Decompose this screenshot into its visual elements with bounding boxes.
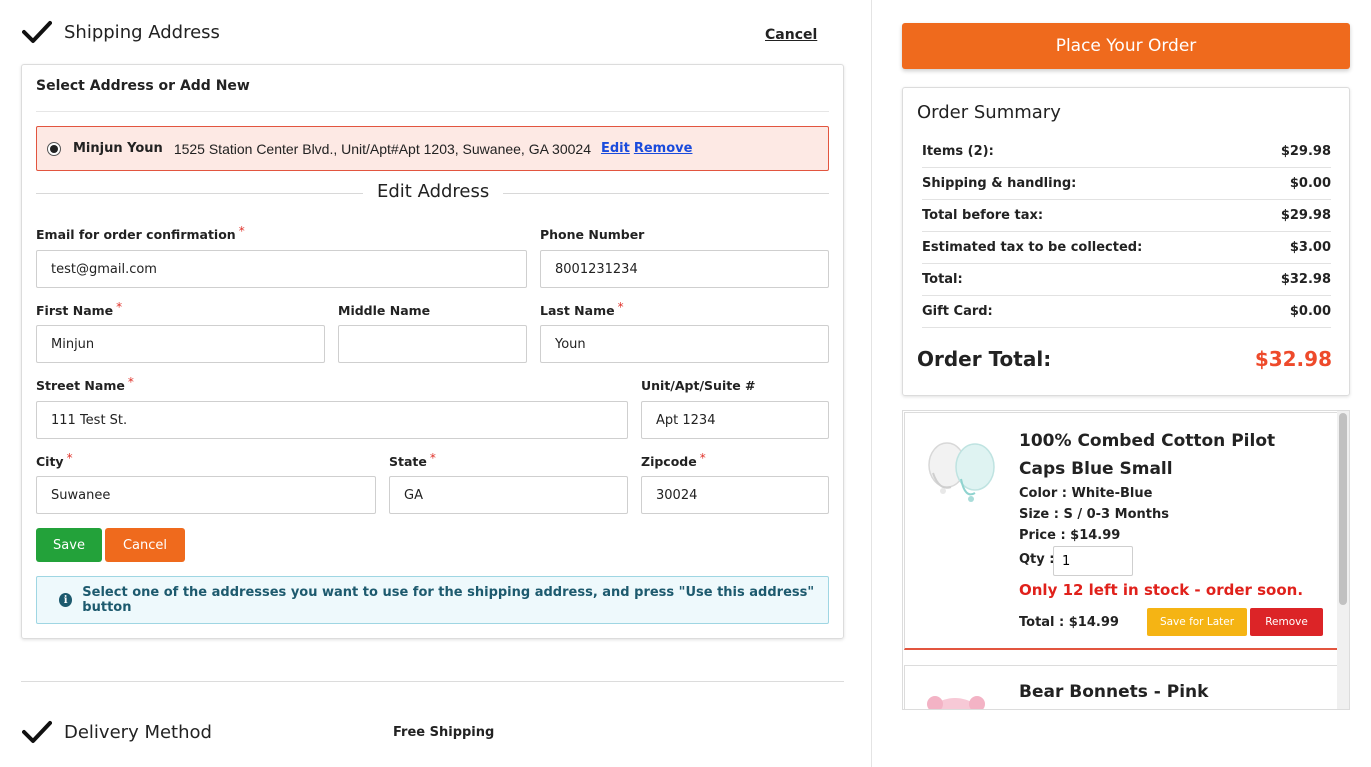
summary-row: Items (2): $29.98 bbox=[922, 136, 1331, 168]
save-for-later-button[interactable]: Save for Later bbox=[1147, 608, 1247, 636]
summary-row: Shipping & handling: $0.00 bbox=[922, 168, 1331, 200]
first-name-label: First Name * bbox=[36, 300, 123, 318]
cart-item: Bear Bonnets - Pink bbox=[904, 665, 1338, 709]
last-name-label: Last Name * bbox=[540, 300, 624, 318]
summary-row: Estimated tax to be collected: $3.00 bbox=[922, 232, 1331, 264]
cancel-shipping-link[interactable]: Cancel bbox=[765, 27, 817, 43]
zipcode-label: Zipcode * bbox=[641, 451, 706, 469]
address-text: 1525 Station Center Blvd., Unit/Apt#Apt … bbox=[173, 140, 591, 157]
scrollbar-thumb[interactable] bbox=[1339, 413, 1347, 605]
section-divider bbox=[21, 681, 844, 682]
delivery-method-value: Free Shipping bbox=[393, 725, 495, 740]
saved-address-row[interactable]: Minjun Youn 1525 Station Center Blvd., U… bbox=[36, 126, 829, 171]
remove-address-link[interactable]: Remove bbox=[634, 141, 693, 156]
remove-item-button[interactable]: Remove bbox=[1250, 608, 1323, 636]
cart-items-panel: 100% Combed Cotton Pilot Caps Blue Small… bbox=[902, 410, 1350, 710]
item-total: Total : $14.99 bbox=[1019, 615, 1119, 630]
unit-label: Unit/Apt/Suite # bbox=[641, 378, 756, 393]
qty-label: Qty : bbox=[1019, 552, 1055, 567]
save-button[interactable]: Save bbox=[36, 528, 102, 562]
summary-row: Total before tax: $29.98 bbox=[922, 200, 1331, 232]
state-field[interactable] bbox=[389, 476, 628, 514]
email-field[interactable] bbox=[36, 250, 527, 288]
order-total-label: Order Total: bbox=[917, 347, 1052, 371]
address-card: Select Address or Add New Minjun Youn 15… bbox=[21, 64, 844, 639]
divider bbox=[36, 111, 829, 112]
product-image bbox=[927, 696, 985, 709]
order-total: Order Total: $32.98 bbox=[917, 347, 1332, 371]
city-label: City * bbox=[36, 451, 73, 469]
first-name-field[interactable] bbox=[36, 325, 325, 363]
info-alert: i Select one of the addresses you want t… bbox=[36, 576, 829, 624]
check-icon bbox=[22, 721, 52, 743]
info-icon: i bbox=[59, 593, 73, 607]
delivery-step-title: Delivery Method bbox=[64, 721, 212, 743]
info-text: Select one of the addresses you want to … bbox=[82, 585, 815, 615]
product-image bbox=[928, 442, 995, 502]
summary-row: Gift Card: $0.00 bbox=[922, 296, 1331, 328]
check-icon bbox=[22, 21, 52, 43]
checkout-main: Shipping Address Cancel Select Address o… bbox=[0, 0, 872, 767]
product-name[interactable]: Bear Bonnets - Pink bbox=[1019, 678, 1319, 706]
phone-label: Phone Number bbox=[540, 227, 645, 242]
order-summary: Order Summary Items (2): $29.98 Shipping … bbox=[902, 87, 1350, 396]
place-order-button[interactable]: Place Your Order bbox=[902, 23, 1350, 69]
address-name: Minjun Youn bbox=[73, 141, 163, 156]
state-label: State * bbox=[389, 451, 436, 469]
last-name-field[interactable] bbox=[540, 325, 829, 363]
order-total-value: $32.98 bbox=[1254, 347, 1332, 371]
shipping-step-header: Shipping Address bbox=[22, 20, 220, 44]
stock-warning: Only 12 left in stock - order soon. bbox=[1019, 581, 1304, 599]
select-address-label: Select Address or Add New bbox=[36, 78, 250, 94]
middle-name-field[interactable] bbox=[338, 325, 527, 363]
zipcode-field[interactable] bbox=[641, 476, 829, 514]
phone-field[interactable] bbox=[540, 250, 829, 288]
radio-dot bbox=[50, 144, 58, 153]
delivery-step-header: Delivery Method bbox=[22, 720, 212, 744]
cancel-button[interactable]: Cancel bbox=[105, 528, 185, 562]
edit-address-heading: Edit Address bbox=[36, 181, 829, 205]
email-label: Email for order confirmation * bbox=[36, 224, 245, 242]
cart-scrollbar[interactable] bbox=[1337, 411, 1349, 709]
shipping-step-title: Shipping Address bbox=[64, 21, 220, 43]
street-label: Street Name * bbox=[36, 375, 134, 393]
middle-name-label: Middle Name bbox=[338, 303, 431, 318]
product-name[interactable]: 100% Combed Cotton Pilot Caps Blue Small bbox=[1019, 427, 1319, 483]
summary-row: Total: $32.98 bbox=[922, 264, 1331, 296]
city-field[interactable] bbox=[36, 476, 376, 514]
quantity-field[interactable] bbox=[1053, 546, 1133, 576]
product-size: Size : S / 0-3 Months bbox=[1019, 507, 1169, 522]
cart-item: 100% Combed Cotton Pilot Caps Blue Small… bbox=[904, 412, 1338, 650]
edit-address-title: Edit Address bbox=[363, 181, 504, 202]
product-color: Color : White-Blue bbox=[1019, 486, 1153, 501]
address-radio[interactable] bbox=[47, 141, 61, 156]
order-summary-title: Order Summary bbox=[917, 102, 1061, 123]
unit-field[interactable] bbox=[641, 401, 829, 439]
edit-address-link[interactable]: Edit bbox=[601, 141, 630, 156]
street-field[interactable] bbox=[36, 401, 628, 439]
product-price: Price : $14.99 bbox=[1019, 528, 1121, 543]
